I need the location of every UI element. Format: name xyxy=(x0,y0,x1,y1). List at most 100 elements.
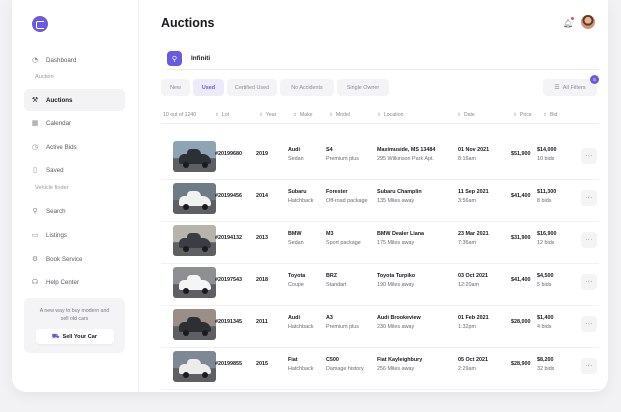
search-input[interactable] xyxy=(191,55,491,62)
car-thumbnail[interactable] xyxy=(173,267,216,298)
price: $31,900 xyxy=(511,235,531,241)
column-header-label: Location xyxy=(383,112,404,118)
column-header-bid[interactable]: ⇕ Bid xyxy=(543,112,557,118)
table-row[interactable]: #20191345 2011 Audi Hatchback A3 Premium plus… xyxy=(161,306,599,348)
price: $51,900 xyxy=(511,151,531,157)
bell-icon[interactable]: 🔔︎ xyxy=(563,19,573,28)
sidebar-item-search[interactable]: ⚲ Search xyxy=(24,200,125,222)
model: BRZ xyxy=(326,273,338,279)
price: $41,400 xyxy=(511,277,531,283)
car-thumbnail[interactable] xyxy=(173,141,216,172)
location-detail: 175 Miles away xyxy=(377,240,415,246)
sidebar-item-label: Dashboard xyxy=(46,56,77,64)
column-header-model[interactable]: ⇕ Model xyxy=(329,112,350,118)
sort-icon: ⇕ xyxy=(457,113,461,118)
sidebar-item-book-service[interactable]: ⚙ Book Service xyxy=(24,248,125,270)
table-row[interactable]: #20194132 2013 BMW Sedan M3 Sport package BMW … xyxy=(161,222,599,264)
sidebar-item-label: Book Service xyxy=(46,255,83,263)
laptop-icon: ▭ xyxy=(31,231,39,239)
location-detail: 295 Wilkinson Park Apt. xyxy=(377,156,434,162)
price: $28,900 xyxy=(511,361,531,367)
column-header-label: Model xyxy=(335,112,350,118)
promo-text: A new way to buy modern and sell old car… xyxy=(39,308,110,322)
body-type: Hatchback xyxy=(288,198,314,204)
more-options-icon[interactable]: ··· xyxy=(581,148,597,164)
sidebar-item-dashboard[interactable]: ◔ Dashboard xyxy=(24,49,125,71)
model: S4 xyxy=(326,147,333,153)
filter-chip-no-accidents[interactable]: No Accidents xyxy=(280,79,334,96)
time: 3:56am xyxy=(458,198,476,204)
lot-number: #20191345 xyxy=(215,319,242,325)
table-header: 10 out of 1240 ⇕ Lot ⇕ Year ⇕ Make ⇕ Model ⇕ Loca… xyxy=(161,108,599,124)
more-options-icon[interactable]: ··· xyxy=(581,190,597,206)
sidebar-item-calendar[interactable]: ▦ Calendar xyxy=(24,112,125,134)
body-type: Sedan xyxy=(288,156,304,162)
column-header-price[interactable]: ⇕ Price xyxy=(513,112,532,118)
sidebar-section-label: Auction xyxy=(35,74,54,80)
time: 12:20am xyxy=(458,282,479,288)
table-row[interactable]: #20199680 2019 Audi Sedan S4 Premium plus Maxi… xyxy=(161,138,599,180)
make: Subaru xyxy=(288,189,307,195)
calendar-icon: ▦ xyxy=(31,119,39,127)
sidebar-section-label: Vehicle finder xyxy=(35,185,69,191)
bid-count: 10 bids xyxy=(537,156,555,162)
column-header-location[interactable]: ⇕ Location xyxy=(377,112,403,118)
all-filters-button[interactable]: ☰ All Filters xyxy=(543,79,597,96)
column-header-label: Year xyxy=(265,112,277,118)
logo-icon[interactable] xyxy=(32,16,48,32)
sidebar-item-label: Help Center xyxy=(46,278,80,286)
sidebar-item-label: Saved xyxy=(46,166,64,174)
table-row[interactable]: #20199456 2014 Subaru Hatchback Forester Off-… xyxy=(161,180,599,222)
table-row[interactable]: #20197543 2018 Toyota Coupe BRZ Standart Toyot… xyxy=(161,264,599,306)
bid-amount: $11,300 xyxy=(537,189,557,195)
more-options-icon[interactable]: ··· xyxy=(581,232,597,248)
bid-amount: $1,400 xyxy=(537,315,554,321)
car-thumbnail[interactable] xyxy=(173,351,216,382)
car-sale-icon: ⛟ xyxy=(51,333,60,340)
filter-chip-certified-used[interactable]: Certified Used xyxy=(227,79,277,96)
search-icon: ⚲ xyxy=(32,207,38,215)
filter-chip-new[interactable]: New xyxy=(161,79,190,96)
more-options-icon[interactable]: ··· xyxy=(581,316,597,332)
column-header-date[interactable]: ⇕ Date xyxy=(457,112,475,118)
date: 23 Mar 2021 xyxy=(458,231,489,237)
sidebar-item-active-bids[interactable]: ◷ Active Bids xyxy=(24,136,125,158)
package: Damage history xyxy=(326,366,364,372)
car-thumbnail[interactable] xyxy=(173,225,216,256)
sidebar-item-auctions[interactable]: ⚒ Auctions xyxy=(24,89,125,111)
location: Maximuside, MS 13484 xyxy=(377,147,436,153)
column-header-make[interactable]: ⇕ Make xyxy=(293,112,313,118)
table-row[interactable]: #20199855 2015 Fiat Hatchback C500 Damage his… xyxy=(161,348,599,390)
lot-number: #20199855 xyxy=(215,361,242,367)
price: $28,000 xyxy=(511,319,531,325)
car-wheel xyxy=(183,372,189,378)
make: BMW xyxy=(288,231,302,237)
location: Fiat Kayleighbury xyxy=(377,357,423,363)
car-thumbnail[interactable] xyxy=(173,183,216,214)
avatar[interactable] xyxy=(581,15,595,29)
date: 11 Sep 2021 xyxy=(458,189,489,195)
car-wheel xyxy=(202,330,208,336)
column-header-lot[interactable]: ⇕ Lot xyxy=(215,112,229,118)
more-options-icon[interactable]: ··· xyxy=(581,358,597,374)
speedometer-icon: ◔ xyxy=(31,56,39,64)
search-icon[interactable]: ⚲ xyxy=(167,51,182,66)
filter-chip-single-owner[interactable]: Single Owner xyxy=(337,79,389,96)
location-detail: 135 Miles away xyxy=(377,198,415,204)
filter-chip-used[interactable]: Used xyxy=(193,79,224,96)
date: 03 Oct 2021 xyxy=(458,273,488,279)
location: Toyota Turpiko xyxy=(377,273,416,279)
sell-your-car-button[interactable]: ⛟ Sell Your Car xyxy=(35,329,114,344)
column-header-year[interactable]: ⇕ Year xyxy=(259,112,276,118)
year: 2015 xyxy=(256,361,268,367)
date: 05 Oct 2021 xyxy=(458,357,488,363)
time: 7:36am xyxy=(458,240,476,246)
page-title: Auctions xyxy=(161,16,215,30)
sidebar-item-help-center[interactable]: ☊ Help Center xyxy=(24,271,125,293)
sidebar-item-saved[interactable]: ▯ Saved xyxy=(24,159,125,181)
more-options-icon[interactable]: ··· xyxy=(581,274,597,290)
price: $41,400 xyxy=(511,193,531,199)
car-thumbnail[interactable] xyxy=(173,309,216,340)
headset-icon: ☊ xyxy=(31,278,39,286)
sidebar-item-listings[interactable]: ▭ Listings xyxy=(24,224,125,246)
